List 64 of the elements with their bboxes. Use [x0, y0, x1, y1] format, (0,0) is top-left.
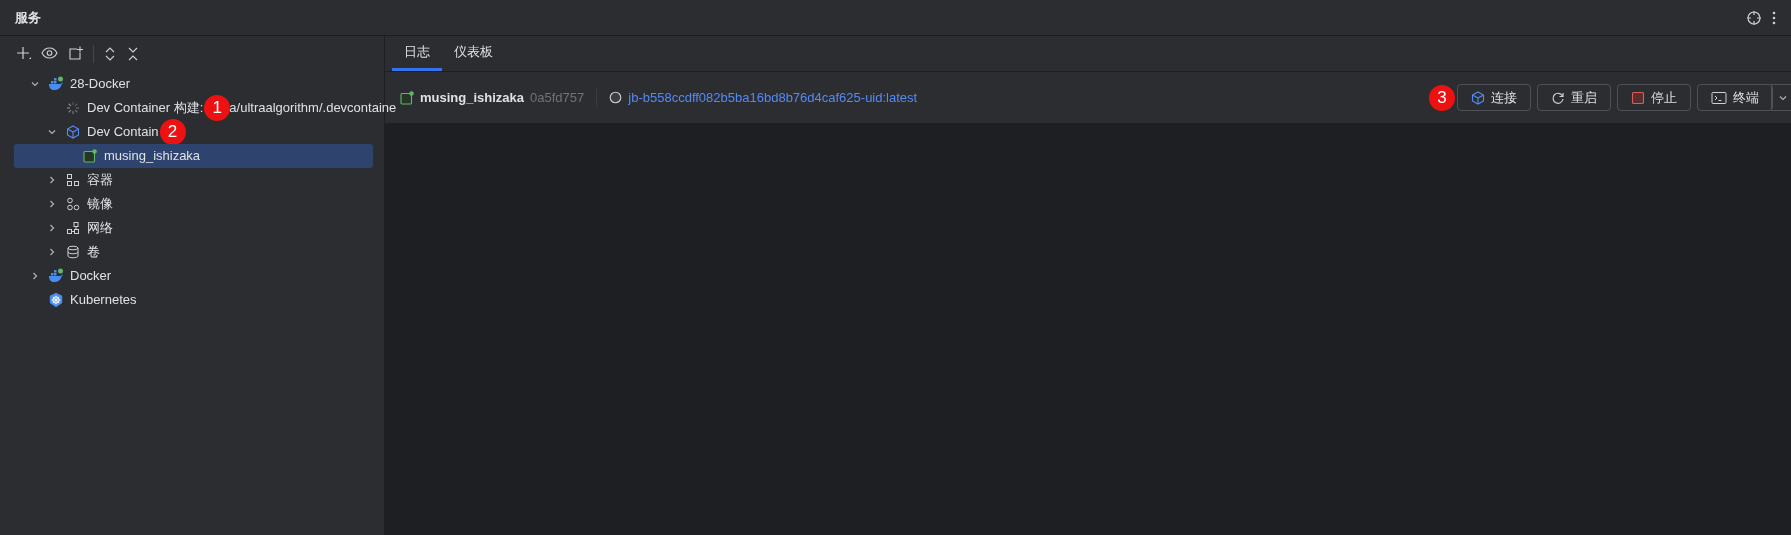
container-id: 0a5fd757: [530, 88, 585, 107]
chevron-down-icon[interactable]: [47, 127, 57, 137]
dropdown-button[interactable]: [1771, 84, 1791, 111]
tree-item-label: Dev Contain: [87, 123, 159, 142]
tree-item-label: 28-Docker: [70, 75, 130, 94]
docker-whale-icon: [48, 76, 64, 92]
panel-title: 服务: [15, 8, 41, 27]
action-button[interactable]: 停止: [1617, 84, 1691, 111]
eye-icon[interactable]: [41, 46, 59, 62]
collapse-all-icon[interactable]: [126, 46, 140, 62]
tree-item[interactable]: 卷: [14, 240, 373, 264]
restart-icon: [1551, 90, 1565, 105]
new-tab-icon[interactable]: [68, 46, 84, 62]
tree-item-label: Dev Container 构建:: [87, 99, 204, 118]
docker-whale-icon: [48, 268, 64, 284]
tree-item-label: Kubernetes: [70, 291, 137, 310]
chevron-right-icon[interactable]: [47, 247, 57, 257]
container-icon: [400, 90, 414, 105]
cube-icon: [66, 125, 80, 139]
number-badge: 3: [1429, 84, 1455, 111]
stop-icon: [1631, 90, 1645, 105]
chevron-right-icon[interactable]: [47, 199, 57, 209]
tree-item[interactable]: Dev Container 构建: 1 a/ultraalgorithm/.devcontaine: [14, 96, 397, 120]
tree-item[interactable]: musing_ishizaka: [14, 144, 373, 168]
more-icon[interactable]: [1772, 9, 1776, 26]
terminal-icon: [1711, 90, 1727, 105]
chevron-right-icon[interactable]: [30, 271, 40, 281]
containers-icon: [66, 173, 80, 187]
tree-item-label: Docker: [70, 267, 112, 286]
tree-item[interactable]: 28-Docker: [14, 72, 373, 96]
chevron-right-icon[interactable]: [47, 223, 57, 233]
image-link[interactable]: jb-b558ccdff082b5ba16bd8b76d4caf625-uid:latest: [628, 87, 918, 108]
tab[interactable]: 日志: [392, 36, 442, 71]
tree-item[interactable]: 容器: [14, 168, 373, 192]
tree-item-label: a/ultraalgorithm/.devcontaine: [229, 99, 397, 118]
spinner-icon: [66, 101, 80, 115]
tree-item[interactable]: 网络: [14, 216, 373, 240]
tree-item-label: 容器: [87, 171, 113, 190]
cube-icon: [1471, 90, 1485, 105]
action-button[interactable]: 终端: [1697, 84, 1773, 111]
action-button[interactable]: 重启: [1537, 84, 1611, 111]
container-name: musing_ishizaka: [420, 88, 525, 107]
action-button[interactable]: 连接: [1457, 84, 1531, 111]
tree-item[interactable]: 镜像: [14, 192, 373, 216]
tree-item-label: 镜像: [87, 195, 113, 214]
add-icon[interactable]: [16, 46, 32, 62]
number-badge: 2: [159, 119, 186, 145]
tree-item[interactable]: Docker: [14, 264, 373, 288]
chevron-right-icon[interactable]: [47, 175, 57, 185]
tree-item-label: musing_ishizaka: [104, 147, 201, 166]
chevron-down-icon[interactable]: [30, 79, 40, 89]
tab[interactable]: 仪表板: [442, 36, 505, 71]
tree-item-label: 网络: [87, 219, 113, 238]
tree-item-label: 卷: [87, 243, 100, 262]
database-icon: [66, 245, 80, 259]
container-icon: [83, 149, 97, 163]
expand-all-icon[interactable]: [103, 46, 117, 62]
tree-item[interactable]: Kubernetes: [14, 288, 373, 312]
circle-icon: [609, 91, 623, 104]
helm-wheel-icon: [48, 292, 64, 308]
number-badge: 1: [204, 95, 231, 121]
crosshair-icon[interactable]: [1746, 9, 1762, 26]
images-icon: [66, 197, 80, 211]
network-icon: [66, 221, 80, 235]
